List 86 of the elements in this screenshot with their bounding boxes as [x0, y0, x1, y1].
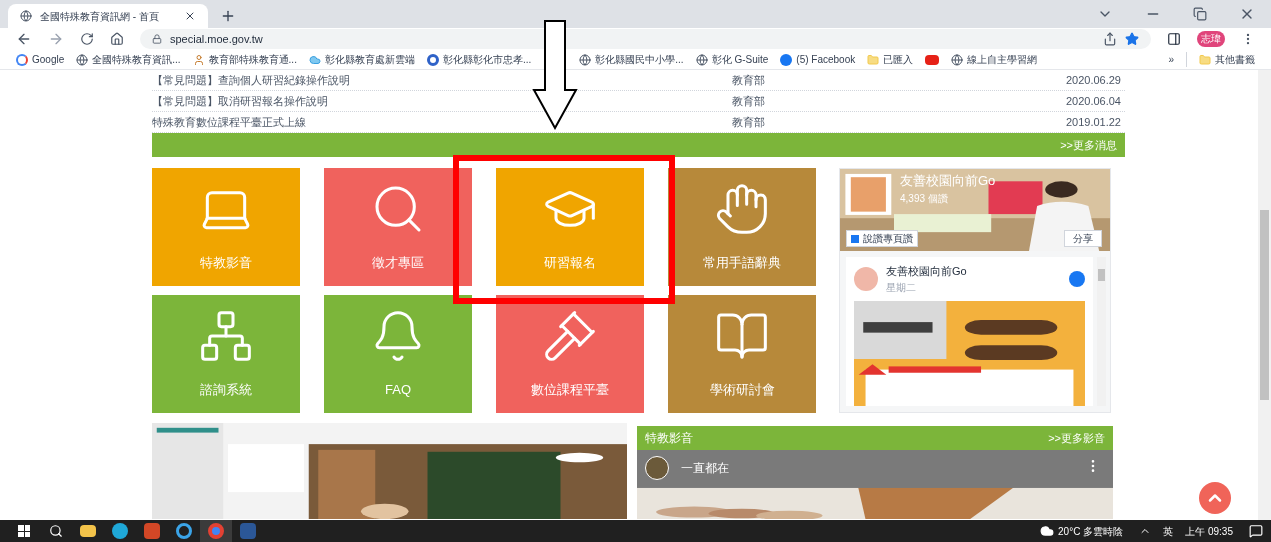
share-button[interactable]: 分享 [1064, 230, 1102, 247]
tile-label: 學術研討會 [709, 381, 775, 400]
bookmark-label: (5) Facebook [796, 53, 856, 67]
globe-icon [951, 53, 964, 66]
folder-icon [1199, 53, 1211, 66]
side-panel-icon[interactable] [1167, 32, 1181, 46]
globe-icon [76, 53, 89, 66]
news-title[interactable]: 【常見問題】取消研習報名操作說明 [152, 92, 732, 110]
bookmark[interactable]: 彰化 G-Suite [695, 52, 769, 67]
tile-label: 常用手語辭典 [703, 254, 781, 273]
profile-avatar[interactable]: 志瑋 [1197, 31, 1225, 47]
bookmark[interactable]: (5) Facebook [780, 52, 856, 67]
post-author[interactable]: 友善校園向前Go [886, 263, 1061, 280]
bookmark-label: 其他書籤 [1215, 53, 1255, 67]
browser-tab[interactable]: 全國特殊教育資訊網 - 首頁 [8, 4, 208, 28]
lock-icon [152, 34, 162, 44]
ime-indicator[interactable]: 英 [1163, 523, 1174, 539]
bookmark[interactable]: Google [16, 52, 65, 67]
globe-icon [20, 10, 32, 22]
tile-label: FAQ [385, 381, 411, 400]
avatar [854, 266, 878, 291]
more-bookmarks[interactable]: » [1168, 52, 1174, 67]
tile-label: 研習報名 [544, 254, 596, 273]
globe-icon [695, 53, 708, 66]
bookmark-label: 已匯入 [883, 53, 914, 67]
tile-label: 諮詢系統 [200, 381, 252, 400]
like-count: 4,393 個讚 [900, 191, 949, 206]
cloud-icon [308, 53, 321, 66]
star-icon[interactable] [1125, 32, 1139, 46]
news-source: 教育部 [732, 93, 766, 109]
restore-icon[interactable] [1193, 7, 1207, 21]
address-bar[interactable]: special.moe.gov.tw [140, 29, 1151, 49]
close-icon[interactable] [184, 10, 196, 22]
video-title[interactable]: 一直都在 [681, 459, 729, 477]
bookmark[interactable]: 線上自主學習網 [951, 52, 1038, 67]
url-text: special.moe.gov.tw [170, 31, 263, 47]
person-icon [192, 53, 205, 66]
ring-icon [426, 53, 439, 66]
bookmark-label: 全國特殊教育資訊... [92, 53, 181, 67]
bookmark-label: 彰化 G-Suite [711, 53, 769, 67]
back-icon[interactable] [16, 31, 32, 47]
bookmark-label: 彰化縣彰化市忠孝... [442, 53, 532, 67]
page-scrollbar[interactable] [1258, 70, 1271, 520]
bookmark-label: 教育部特殊教育通... [208, 53, 297, 67]
like-page-button[interactable]: 說讚專頁讚 [846, 230, 918, 247]
notification-icon[interactable] [1249, 524, 1263, 538]
bookmark[interactable]: 彰化縣國民中小學... [579, 52, 684, 67]
news-title[interactable]: 【常見問題】查詢個人研習紀錄操作說明 [152, 71, 732, 89]
news-date: 2020.06.04 [1064, 93, 1122, 109]
tile-label: 特教影音 [200, 254, 252, 273]
facebook-icon[interactable] [1069, 270, 1085, 287]
reload-icon[interactable] [80, 32, 94, 46]
clock[interactable]: 上午 09:35 [1185, 523, 1233, 539]
home-icon[interactable] [110, 32, 124, 46]
bookmark[interactable]: 已匯入 [867, 52, 914, 67]
news-date: 2019.01.22 [1064, 114, 1122, 130]
bookmark[interactable]: 教育部特殊教育通... [192, 52, 297, 67]
bookmark[interactable]: 全國特殊教育資訊... [76, 52, 181, 67]
play-icon [925, 54, 940, 65]
facebook-icon [780, 53, 793, 66]
share-icon[interactable] [1103, 32, 1117, 46]
google-icon [16, 53, 28, 66]
tile-label: 徵才專區 [372, 254, 424, 273]
back-to-top-button[interactable] [1199, 482, 1231, 514]
bookmark[interactable] [925, 54, 940, 65]
news-title[interactable]: 特殊教育數位課程平臺正式上線 [152, 113, 732, 131]
new-tab-icon[interactable] [220, 8, 236, 24]
weather-text[interactable]: 20°C 多雲時陰 [1058, 523, 1124, 539]
news-date: 2020.06.29 [1064, 72, 1122, 88]
bookmark-label: Google [32, 53, 65, 67]
bookmark[interactable]: 彰化縣教育處新雲端 [308, 52, 415, 67]
news-source: 教育部 [732, 72, 766, 88]
cloud-icon [1040, 524, 1055, 538]
news-source: 教育部 [732, 114, 766, 130]
bookmark[interactable]: 彰化縣彰化市忠孝... [426, 52, 532, 67]
bookmark-label: 彰化縣教育處新雲端 [324, 53, 415, 67]
video-player[interactable]: 一直都在 [637, 450, 1113, 519]
bookmark[interactable]: 其他書籤 [1186, 52, 1255, 67]
tile-label: 數位課程平臺 [531, 381, 609, 400]
bookmark-label: 彰化縣國民中小學... [595, 53, 684, 67]
section-title: 特教影音 [645, 430, 693, 447]
folder-icon [867, 53, 880, 66]
bookmark-label: 線上自主學習網 [967, 53, 1038, 67]
tab-title: 全國特殊教育資訊網 - 首頁 [40, 9, 160, 24]
globe-icon [579, 53, 592, 66]
scrollbar[interactable] [1097, 257, 1106, 406]
